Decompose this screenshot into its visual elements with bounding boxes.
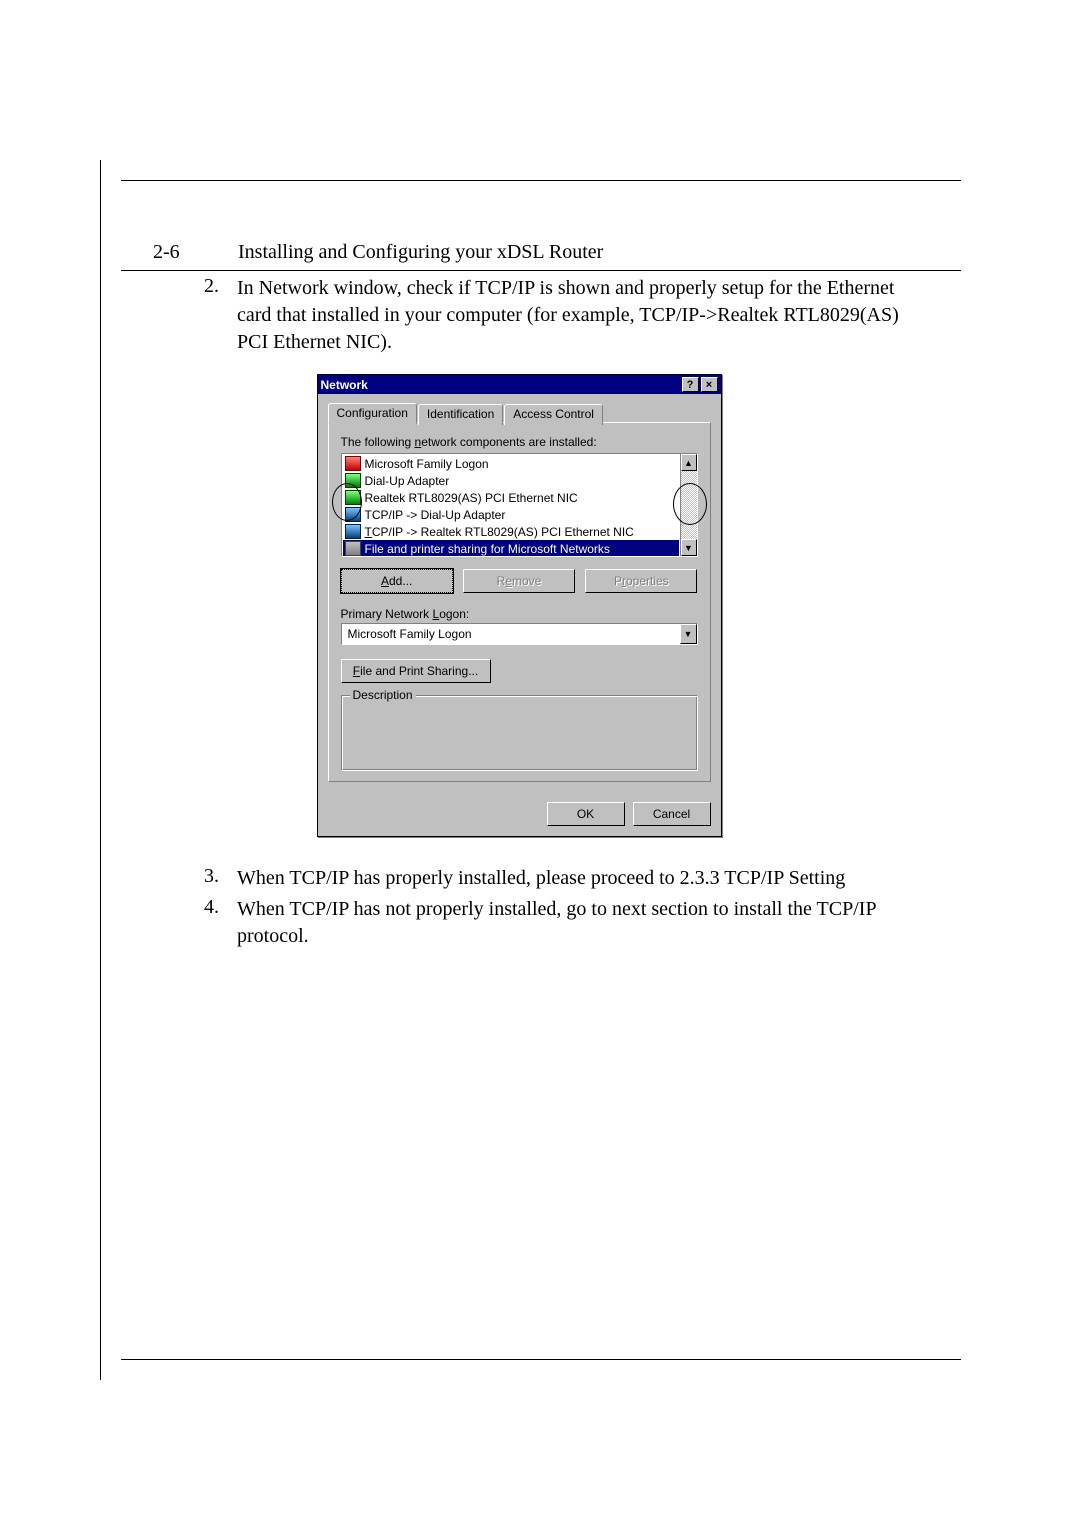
list-item-label: Dial-Up Adapter [365, 474, 450, 488]
service-icon [345, 541, 361, 556]
adapter-icon [345, 473, 361, 488]
network-dialog: Network ? × Configuration Identification… [317, 374, 722, 837]
step-2-number: 2. [137, 275, 237, 356]
combo-dropdown-button[interactable]: ▼ [680, 624, 697, 644]
step-4: 4. When TCP/IP has not properly installe… [137, 896, 901, 950]
scroll-track[interactable] [681, 471, 697, 539]
step-4-text: When TCP/IP has not properly installed, … [237, 896, 901, 950]
dialog-screenshot-wrap: Network ? × Configuration Identification… [137, 374, 901, 837]
list-item-label: Realtek RTL8029(AS) PCI Ethernet NIC [365, 491, 578, 505]
list-item-label: Microsoft Family Logon [365, 457, 489, 471]
scroll-up-button[interactable]: ▲ [681, 454, 697, 471]
tab-strip: Configuration Identification Access Cont… [328, 402, 711, 423]
components-list: Microsoft Family Logon Dial-Up Adapter R… [342, 454, 680, 556]
ok-button[interactable]: OK [547, 802, 625, 826]
close-button[interactable]: × [701, 377, 718, 392]
page-title: Installing and Configuring your xDSL Rou… [238, 241, 603, 264]
tab-access-control[interactable]: Access Control [504, 404, 603, 425]
add-button[interactable]: Add... [341, 569, 453, 593]
step-3-text: When TCP/IP has properly installed, plea… [237, 865, 901, 892]
cancel-button[interactable]: Cancel [633, 802, 711, 826]
tab-panel-configuration: The following network components are ins… [328, 422, 711, 782]
list-item[interactable]: Realtek RTL8029(AS) PCI Ethernet NIC [343, 489, 679, 506]
list-item[interactable]: TCP/IP -> Dial-Up Adapter [343, 506, 679, 523]
dialog-titlebar: Network ? × [318, 375, 721, 394]
remove-button: Remove [463, 569, 575, 593]
step-2-text: In Network window, check if TCP/IP is sh… [237, 275, 901, 356]
client-icon [345, 456, 361, 471]
scroll-down-button[interactable]: ▼ [681, 539, 697, 556]
page-header: 2-6 Installing and Configuring your xDSL… [121, 181, 961, 271]
list-item-label: TCP/IP -> Realtek RTL8029(AS) PCI Ethern… [365, 525, 634, 539]
step-2: 2. In Network window, check if TCP/IP is… [137, 275, 901, 356]
file-print-sharing-button[interactable]: File and Print Sharing... [341, 659, 491, 683]
content-area: 2. In Network window, check if TCP/IP is… [121, 271, 961, 950]
page-outer-frame: 2-6 Installing and Configuring your xDSL… [100, 160, 980, 1380]
primary-logon-label: Primary Network Logon: [341, 607, 698, 621]
dialog-footer: OK Cancel [318, 792, 721, 836]
adapter-icon [345, 490, 361, 505]
primary-logon-value: Microsoft Family Logon [342, 624, 680, 644]
listbox-scrollbar[interactable]: ▲ ▼ [680, 454, 697, 556]
primary-logon-combo[interactable]: Microsoft Family Logon ▼ [341, 623, 698, 645]
step-4-number: 4. [137, 896, 237, 950]
list-item-label: TCP/IP -> Dial-Up Adapter [365, 508, 506, 522]
tab-configuration[interactable]: Configuration [328, 403, 417, 424]
help-button[interactable]: ? [682, 377, 699, 392]
description-label: Description [350, 688, 416, 702]
tab-identification[interactable]: Identification [418, 404, 503, 425]
list-item-label: File and printer sharing for Microsoft N… [365, 542, 610, 556]
page-inner-frame: 2-6 Installing and Configuring your xDSL… [121, 180, 961, 1360]
description-groupbox: Description [341, 695, 698, 771]
step-3: 3. When TCP/IP has properly installed, p… [137, 865, 901, 892]
protocol-icon [345, 524, 361, 539]
component-button-row: Add... Remove Properties [341, 569, 698, 593]
list-item-selected[interactable]: File and printer sharing for Microsoft N… [343, 540, 679, 556]
protocol-icon [345, 507, 361, 522]
list-item[interactable]: TCP/IP -> Realtek RTL8029(AS) PCI Ethern… [343, 523, 679, 540]
list-item[interactable]: Microsoft Family Logon [343, 455, 679, 472]
list-item[interactable]: Dial-Up Adapter [343, 472, 679, 489]
properties-button: Properties [585, 569, 697, 593]
installed-components-label: The following network components are ins… [341, 435, 698, 449]
step-3-number: 3. [137, 865, 237, 892]
dialog-title: Network [321, 378, 368, 392]
page-number: 2-6 [153, 241, 238, 264]
titlebar-buttons: ? × [682, 377, 718, 392]
dialog-body: Configuration Identification Access Cont… [318, 394, 721, 792]
components-listbox[interactable]: Microsoft Family Logon Dial-Up Adapter R… [341, 453, 698, 557]
